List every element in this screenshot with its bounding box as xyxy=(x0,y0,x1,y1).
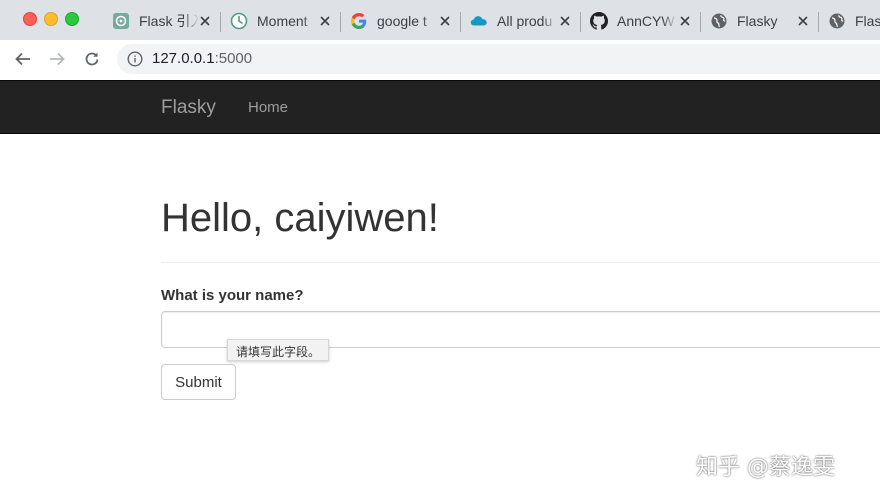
close-tab-icon[interactable] xyxy=(556,12,574,30)
submit-button[interactable]: Submit xyxy=(161,364,236,400)
forward-arrow-icon[interactable] xyxy=(47,49,67,69)
watermark: 知乎 @蔡逸雯 xyxy=(696,455,835,480)
cloud-icon xyxy=(470,12,488,30)
browser-tab-flasky-2[interactable]: Flasky xyxy=(820,6,880,36)
browser-tab-strip: Flask 引入 Moment google t All produ AnnCY… xyxy=(0,0,880,40)
tab-separator xyxy=(818,12,819,32)
browser-tab-flasky[interactable]: Flasky xyxy=(702,6,818,36)
minimize-window-button[interactable] xyxy=(44,12,58,26)
url-text: 127.0.0.1:5000 xyxy=(152,50,252,67)
globe-icon xyxy=(710,12,728,30)
validation-tooltip: 请填写此字段。 xyxy=(227,339,330,361)
tab-separator xyxy=(700,12,701,32)
header-divider xyxy=(161,262,880,263)
tab-separator xyxy=(460,12,461,32)
browser-tab-flask-intro[interactable]: Flask 引入 xyxy=(104,6,220,36)
nav-link-home[interactable]: Home xyxy=(248,99,288,116)
browser-tab-title: AnnCYW xyxy=(617,13,675,29)
navbar-brand[interactable]: Flasky xyxy=(161,97,216,119)
browser-tab-google[interactable]: google t xyxy=(342,6,460,36)
google-icon xyxy=(350,12,368,30)
browser-tab-title: google t xyxy=(377,13,427,29)
close-tab-icon[interactable] xyxy=(794,12,812,30)
back-arrow-icon[interactable] xyxy=(13,49,33,69)
site-navbar: Flasky Home xyxy=(0,80,880,134)
close-tab-icon[interactable] xyxy=(316,12,334,30)
name-field-label: What is your name? xyxy=(161,287,304,304)
tab-separator xyxy=(340,12,341,32)
browser-tab-title: Moment xyxy=(257,13,308,29)
browser-tab-title: Flask 引入 xyxy=(139,13,199,29)
close-tab-icon[interactable] xyxy=(436,12,454,30)
browser-tab-github[interactable]: AnnCYW xyxy=(582,6,700,36)
url-host: 127.0.0.1 xyxy=(152,50,215,67)
chatgpt-icon xyxy=(112,12,130,30)
github-icon xyxy=(590,12,608,30)
close-tab-icon[interactable] xyxy=(676,12,694,30)
clock-icon xyxy=(230,12,248,30)
page-title: Hello, caiyiwen! xyxy=(161,196,439,240)
reload-icon[interactable] xyxy=(82,49,102,69)
address-bar[interactable]: 127.0.0.1:5000 xyxy=(117,44,880,74)
tab-separator xyxy=(220,12,221,32)
close-tab-icon[interactable] xyxy=(196,12,214,30)
browser-toolbar: 127.0.0.1:5000 xyxy=(0,40,880,78)
browser-tab-all-products[interactable]: All produ xyxy=(462,6,580,36)
browser-tab-title: Flasky xyxy=(855,13,880,29)
tab-separator xyxy=(580,12,581,32)
browser-tab-title: All produ xyxy=(497,13,553,29)
close-window-button[interactable] xyxy=(23,12,37,26)
globe-icon xyxy=(828,12,846,30)
info-icon[interactable] xyxy=(127,51,143,67)
browser-tab-title: Flasky xyxy=(737,13,778,29)
maximize-window-button[interactable] xyxy=(65,12,79,26)
browser-tab-moment[interactable]: Moment xyxy=(222,6,340,36)
url-port: :5000 xyxy=(214,50,253,67)
